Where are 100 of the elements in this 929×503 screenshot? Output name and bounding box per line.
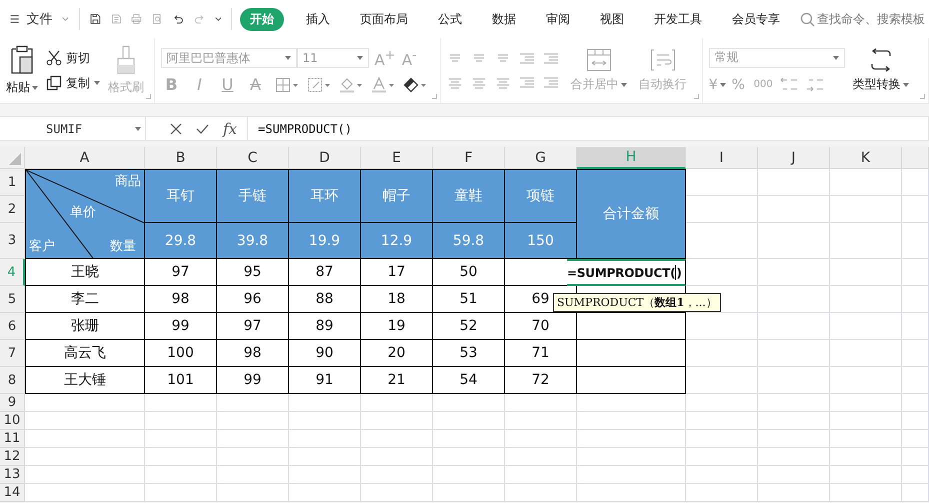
row-header[interactable]: 2	[0, 196, 25, 223]
table-cell: 张珊	[25, 313, 145, 340]
alignment-icon[interactable]	[470, 76, 487, 90]
table-cell: 17	[361, 259, 433, 286]
table-cell: 54	[433, 367, 505, 394]
table-cell: 耳环	[289, 169, 361, 223]
name-box[interactable]: SUMIF	[0, 116, 146, 141]
ribbon-tab[interactable]: 开发工具	[646, 8, 710, 30]
row-header[interactable]: 9	[0, 394, 25, 412]
column-header[interactable]: K	[830, 147, 902, 169]
table-cell: 高云飞	[25, 340, 145, 367]
type-convert-button[interactable]: 类型转换	[852, 48, 909, 93]
file-menu[interactable]: 文件	[26, 10, 52, 28]
table-cell: 20	[361, 340, 433, 367]
table-cell: 97	[217, 313, 289, 340]
function-tooltip: SUMPRODUCT（数组1，...）	[553, 293, 721, 312]
fill-bucket-icon[interactable]	[338, 76, 363, 92]
column-header[interactable]: F	[433, 147, 505, 169]
empty-cell[interactable]	[577, 340, 686, 367]
search-field[interactable]: 查找命令、搜索模板	[816, 12, 929, 26]
brush-icon	[115, 45, 137, 75]
column-header[interactable]	[902, 147, 929, 169]
table-cell: 150	[505, 223, 577, 259]
table-cell: 91	[289, 367, 361, 394]
row-header[interactable]: 13	[0, 466, 25, 484]
save-icon[interactable]	[90, 11, 101, 27]
column-header[interactable]: I	[686, 147, 758, 169]
row-header[interactable]: 5	[0, 286, 25, 313]
preview-icon[interactable]	[152, 11, 163, 27]
row-header[interactable]: 3	[0, 223, 25, 259]
column-header[interactable]: D	[289, 147, 361, 169]
row-header[interactable]: 10	[0, 412, 25, 430]
table-cell: 19	[361, 313, 433, 340]
alignment-icon[interactable]	[542, 76, 559, 90]
row-header[interactable]: 7	[0, 340, 25, 367]
header-label: 单价	[70, 204, 96, 221]
paste-button[interactable]: 粘贴	[6, 45, 38, 96]
table-cell: 帽子	[361, 169, 433, 223]
font-color-icon[interactable]	[370, 76, 395, 92]
alignment-icon[interactable]	[518, 76, 535, 90]
alignment-icon[interactable]	[518, 52, 535, 66]
table-cell: 88	[289, 286, 361, 313]
column-header[interactable]: G	[505, 147, 577, 169]
table-cell: 21	[361, 367, 433, 394]
cell-style-icon[interactable]	[306, 76, 331, 92]
row-header[interactable]: 6	[0, 313, 25, 340]
table-cell: 王大锤	[25, 367, 145, 394]
dropdown-icon[interactable]	[214, 15, 222, 23]
header-label: 客户	[29, 238, 55, 255]
table-cell: 合计金额	[577, 169, 686, 259]
ribbon-tab[interactable]: 审阅	[538, 8, 578, 30]
print-icon[interactable]	[131, 11, 142, 27]
table-cell: 96	[217, 286, 289, 313]
ribbon-tab[interactable]: 公式	[430, 8, 470, 30]
column-header[interactable]: J	[758, 147, 830, 169]
ribbon-tab[interactable]: 数据	[484, 8, 524, 30]
table-cell: 手链	[217, 169, 289, 223]
table-cell: 12.9	[361, 223, 433, 259]
cut-button[interactable]: 剪切	[46, 50, 100, 66]
row-header[interactable]: 1	[0, 169, 25, 196]
formula-field[interactable]: =SUMPRODUCT()	[247, 116, 929, 141]
clipboard-icon	[10, 45, 34, 75]
row-header[interactable]: 8	[0, 367, 25, 394]
table-cell: 18	[361, 286, 433, 313]
ribbon-tab[interactable]: 插入	[298, 8, 338, 30]
table-cell: 95	[217, 259, 289, 286]
row-header[interactable]: 14	[0, 484, 25, 502]
table-cell: 99	[145, 313, 217, 340]
borders-icon[interactable]	[274, 76, 299, 92]
column-header[interactable]: E	[361, 147, 433, 169]
column-header[interactable]: C	[217, 147, 289, 169]
cell-editor[interactable]: =SUMPRODUCT()	[567, 259, 686, 286]
table-cell: 70	[505, 313, 577, 340]
insert-function-button[interactable]: fx	[223, 120, 238, 138]
alignment-icon[interactable]	[446, 76, 463, 90]
ribbon-tab[interactable]: 页面布局	[352, 8, 416, 30]
eraser-icon[interactable]	[402, 76, 427, 92]
table-cell: 耳钉	[145, 169, 217, 223]
ribbon-tab[interactable]: 视图	[592, 8, 632, 30]
table-cell: 97	[145, 259, 217, 286]
alignment-icon[interactable]	[494, 76, 511, 90]
row-header[interactable]: 11	[0, 430, 25, 448]
table-cell: 50	[433, 259, 505, 286]
menu-icon[interactable]	[10, 13, 20, 25]
select-all-button[interactable]	[0, 147, 25, 169]
cancel-icon[interactable]	[170, 122, 182, 134]
ribbon-tab[interactable]: 会员专享	[724, 8, 788, 30]
column-header[interactable]: B	[145, 147, 217, 169]
chevron-icon[interactable]	[62, 16, 70, 22]
column-header[interactable]: A	[25, 147, 145, 169]
row-header[interactable]: 12	[0, 448, 25, 466]
table-cell: 童鞋	[433, 169, 505, 223]
confirm-icon[interactable]	[196, 124, 209, 134]
empty-cell[interactable]	[577, 367, 686, 394]
alignment-icon[interactable]	[542, 52, 559, 66]
table-cell: 89	[289, 313, 361, 340]
table-cell: 101	[145, 367, 217, 394]
table-cell: 98	[217, 340, 289, 367]
copy-button[interactable]: 复制	[46, 74, 100, 92]
empty-cell[interactable]	[577, 313, 686, 340]
